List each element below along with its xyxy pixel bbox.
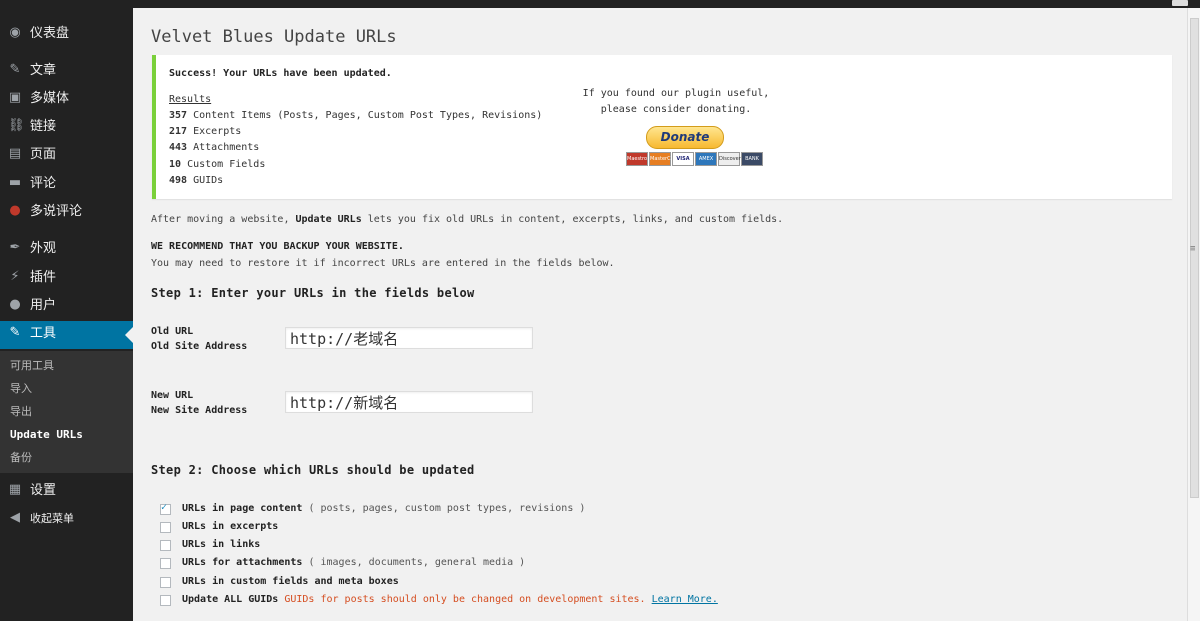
sidebar-item-label: 收起菜单: [30, 512, 74, 525]
plugin-icon: ⚡: [10, 269, 20, 284]
sidebar-item-label: 仪表盘: [30, 26, 70, 41]
sidebar-item-label: 多说评论: [30, 204, 83, 219]
submenu-item-backup[interactable]: 备份: [10, 451, 32, 465]
media-icon: ▣: [8, 90, 22, 105]
custom-fields-checkbox[interactable]: [160, 577, 171, 588]
donate-text-line-2: please consider donating.: [600, 104, 752, 115]
sidebar-item-media[interactable]: ▣ 多媒体: [0, 86, 133, 114]
visa-icon: VISA: [672, 152, 694, 166]
sidebar-item-comments[interactable]: ▬ 评论: [0, 171, 133, 199]
sidebar-item-tools[interactable]: ✎ 工具: [0, 321, 133, 349]
settings-icon: ▦: [8, 482, 22, 497]
new-url-input[interactable]: [285, 391, 533, 413]
page-icon: ▤: [8, 146, 22, 161]
comment-icon: ▬: [8, 175, 22, 190]
page-content-checkbox[interactable]: [160, 502, 171, 515]
active-menu-arrow: [125, 327, 133, 343]
dashboard-icon: ◉: [9, 25, 21, 40]
learn-more-link[interactable]: Learn More.: [652, 594, 718, 605]
result-line: 498 GUIDs: [169, 175, 224, 186]
step-1-heading: Step 1: Enter your URLs in the fields be…: [151, 286, 475, 300]
sidebar-item-links[interactable]: ⛓ 链接: [0, 114, 133, 142]
admin-top-bar: [0, 0, 1200, 8]
bank-icon: BANK: [741, 152, 763, 166]
sidebar-item-label: 设置: [30, 483, 57, 498]
sidebar-item-label: 外观: [30, 241, 57, 256]
sidebar-item-plugins[interactable]: ⚡ 插件: [0, 265, 133, 293]
sidebar-item-duoshuo[interactable]: ● 多说评论: [0, 199, 133, 227]
amex-icon: AMEX: [695, 152, 717, 166]
intro-text: After moving a website, Update URLs lets…: [151, 214, 784, 225]
sidebar-item-label: 插件: [30, 270, 57, 285]
success-message: Success! Your URLs have been updated.: [169, 68, 392, 79]
vertical-scrollbar[interactable]: ≡: [1187, 8, 1200, 621]
old-url-input[interactable]: [285, 327, 533, 349]
submenu-item-update-urls[interactable]: Update URLs: [10, 428, 83, 442]
sidebar-item-label: 用户: [30, 298, 57, 313]
duoshuo-icon: ●: [9, 203, 21, 218]
sidebar-item-label: 页面: [30, 147, 57, 162]
discover-icon: Discover: [718, 152, 741, 166]
sidebar-item-appearance[interactable]: ✒ 外观: [0, 236, 133, 264]
success-notice: Success! Your URLs have been updated. Re…: [152, 55, 1172, 199]
result-line: 357 Content Items (Posts, Pages, Custom …: [169, 110, 543, 121]
maestro-card-icon: Maestro: [626, 152, 648, 166]
guids-checkbox[interactable]: [160, 595, 171, 606]
attachments-checkbox[interactable]: [160, 558, 171, 569]
sidebar-item-label: 多媒体: [30, 91, 70, 106]
result-line: 10 Custom Fields: [169, 159, 266, 170]
links-checkbox[interactable]: [160, 540, 171, 551]
sidebar-item-dashboard[interactable]: ◉ 仪表盘: [0, 21, 133, 49]
mastercard-icon: MasterCard: [649, 152, 679, 166]
admin-sidebar: ◉ 仪表盘 ✎ 文章 ▣ 多媒体 ⛓ 链接 ▤ 页面 ▬ 评论 ● 多说评论 ✒…: [0, 8, 133, 621]
page-title: Velvet Blues Update URLs: [151, 27, 397, 47]
sidebar-item-posts[interactable]: ✎ 文章: [0, 58, 133, 86]
donate-button[interactable]: Donate: [646, 126, 724, 149]
submenu-item-available-tools[interactable]: 可用工具: [10, 359, 54, 373]
sidebar-item-label: 工具: [30, 326, 57, 341]
backup-warning-heading: WE RECOMMEND THAT YOU BACKUP YOUR WEBSIT…: [151, 241, 404, 252]
sidebar-item-collapse[interactable]: ◀ 收起菜单: [0, 506, 133, 534]
backup-warning-text: You may need to restore it if incorrect …: [151, 258, 615, 269]
result-line: 443 Attachments: [169, 142, 260, 153]
wrench-icon: ✎: [9, 325, 21, 340]
step-2-heading: Step 2: Choose which URLs should be upda…: [151, 463, 475, 477]
results-heading: Results: [169, 94, 212, 105]
donate-text-line-1: If you found our plugin useful,: [582, 88, 770, 99]
sidebar-item-label: 文章: [30, 63, 57, 78]
sidebar-item-label: 链接: [30, 119, 57, 134]
screen-options-icon[interactable]: [1172, 0, 1188, 6]
submenu-item-import[interactable]: 导入: [10, 382, 32, 396]
result-line: 217 Excerpts: [169, 126, 242, 137]
appearance-icon: ✒: [9, 240, 21, 255]
scroll-thumb[interactable]: [1190, 18, 1199, 498]
old-url-label: Old URL Old Site Address: [151, 326, 248, 352]
user-icon: ●: [9, 297, 21, 312]
collapse-icon: ◀: [10, 510, 20, 525]
new-url-label: New URL New Site Address: [151, 390, 248, 416]
excerpts-checkbox[interactable]: [160, 522, 171, 533]
sidebar-item-pages[interactable]: ▤ 页面: [0, 142, 133, 170]
scroll-grip-icon: ≡: [1190, 244, 1196, 254]
submenu-item-export[interactable]: 导出: [10, 405, 32, 419]
sidebar-item-users[interactable]: ● 用户: [0, 293, 133, 321]
sidebar-item-label: 评论: [30, 176, 57, 191]
link-icon: ⛓: [8, 118, 25, 133]
pin-icon: ✎: [9, 62, 21, 77]
sidebar-item-settings[interactable]: ▦ 设置: [0, 478, 133, 506]
tools-submenu: 可用工具 导入 导出 Update URLs 备份: [0, 351, 133, 473]
